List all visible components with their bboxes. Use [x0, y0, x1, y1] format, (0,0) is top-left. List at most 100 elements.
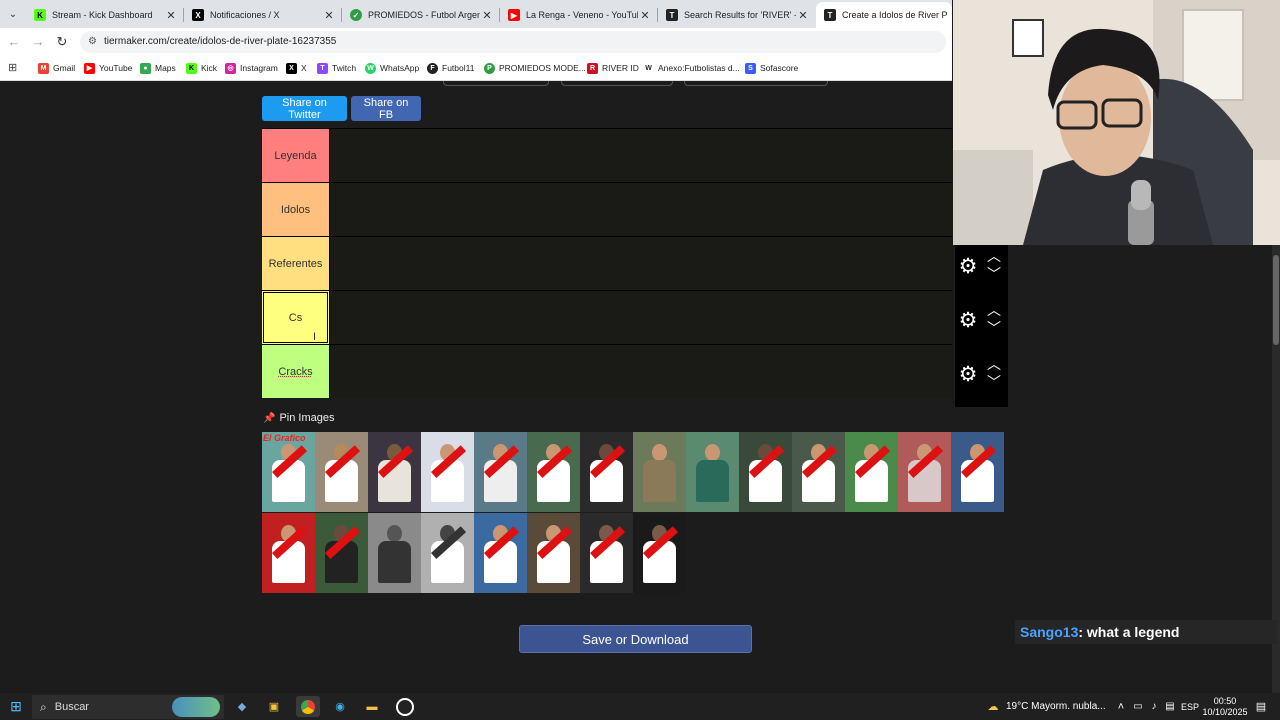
site-info-icon[interactable]: ⚙ — [88, 36, 100, 48]
tier-drop-zone[interactable] — [329, 183, 953, 236]
close-icon[interactable]: ✕ — [796, 9, 810, 22]
player-image[interactable] — [633, 432, 686, 512]
bookmark-gmail[interactable]: M Gmail — [38, 60, 75, 76]
tier-label[interactable]: Leyenda — [262, 129, 329, 182]
gear-icon[interactable]: ⚙ — [957, 256, 979, 278]
gear-icon[interactable]: ⚙ — [957, 364, 979, 386]
chrome-icon[interactable] — [296, 696, 320, 717]
reload-icon[interactable]: ↻ — [54, 34, 70, 50]
edge-icon[interactable]: ◉ — [330, 696, 350, 717]
close-icon[interactable]: ✕ — [480, 9, 494, 22]
chevron-down-icon[interactable]: ﹀ — [985, 321, 1003, 335]
chevron-up-icon[interactable]: ︿ — [985, 303, 1003, 317]
top-button-stub[interactable] — [684, 81, 828, 86]
player-image[interactable] — [792, 432, 845, 512]
gear-icon[interactable]: ⚙ — [957, 310, 979, 332]
player-image[interactable] — [739, 432, 792, 512]
bookmark-x[interactable]: XX — [286, 60, 307, 76]
tab-kick-dashboard[interactable]: K Stream - Kick Dashboard ✕ — [26, 2, 182, 28]
player-image[interactable] — [686, 432, 739, 512]
player-image[interactable] — [368, 432, 421, 512]
chevron-up-icon[interactable]: ︿ — [985, 357, 1003, 371]
player-image[interactable] — [898, 432, 951, 512]
weather-icon[interactable]: ☁ — [983, 696, 1003, 717]
back-arrow-icon[interactable]: ← — [6, 34, 22, 50]
microphone-icon[interactable]: ♪ — [1147, 696, 1161, 717]
player-image[interactable] — [474, 513, 527, 593]
chevron-down-icon[interactable]: ﹀ — [985, 267, 1003, 281]
tier-label[interactable]: Cracks — [262, 345, 329, 398]
clock[interactable]: 00:50 10/10/2025 — [1200, 696, 1250, 717]
windows-start-icon[interactable]: ⊞ — [6, 696, 26, 717]
taskbar-search[interactable]: ⌕ Buscar — [32, 695, 224, 719]
bookmark-twitch[interactable]: T Twitch — [317, 60, 356, 76]
share-fb-button[interactable]: Share on FB — [351, 96, 421, 121]
tier-label-editing[interactable]: Cs I — [262, 291, 329, 344]
chevron-down-icon[interactable]: ﹀ — [985, 375, 1003, 389]
forward-arrow-icon[interactable]: → — [30, 34, 46, 50]
pin-icon: 📌 — [263, 412, 276, 424]
bookmark-whatsapp[interactable]: W WhatsApp — [365, 60, 419, 76]
player-image[interactable] — [527, 513, 580, 593]
maps-icon: ● — [140, 62, 151, 74]
bookmark-kick[interactable]: K Kick — [186, 60, 217, 76]
language-indicator[interactable]: ESP — [1179, 696, 1201, 717]
bookmark-river-id[interactable]: R RIVER ID — [587, 60, 639, 76]
tier-drop-zone[interactable] — [329, 129, 953, 182]
notifications-icon[interactable]: ▤ — [1252, 696, 1270, 717]
player-image[interactable] — [633, 513, 686, 593]
wikipedia-icon: W — [643, 62, 654, 74]
tab-x-notifications[interactable]: X Notificaciones / X ✕ — [184, 2, 340, 28]
pin-images-toggle[interactable]: 📌 Pin Images — [263, 412, 334, 424]
player-image[interactable] — [315, 513, 368, 593]
player-image[interactable] — [421, 432, 474, 512]
tab-tiermaker-search[interactable]: T Search Results for 'RIVER' - Tier ✕ — [658, 2, 814, 28]
share-twitter-button[interactable]: Share on Twitter — [262, 96, 347, 121]
bookmark-futbol11[interactable]: F Futbol11 — [427, 60, 474, 76]
player-image[interactable] — [580, 513, 633, 593]
bookmark-wikipedia[interactable]: W Anexo:Futbolistas d... — [643, 60, 740, 76]
scrollbar-thumb[interactable] — [1273, 255, 1279, 345]
tier-label[interactable]: Idolos — [262, 183, 329, 236]
copilot-icon[interactable]: ◆ — [232, 696, 252, 717]
tier-drop-zone[interactable] — [329, 291, 953, 344]
bookmark-maps[interactable]: ● Maps — [140, 60, 176, 76]
tab-youtube[interactable]: ▶ La Renga - Veneno - YouTube ✕ — [500, 2, 656, 28]
player-image[interactable] — [421, 513, 474, 593]
player-image[interactable] — [845, 432, 898, 512]
store-icon[interactable]: ▣ — [264, 696, 284, 717]
player-image[interactable] — [368, 513, 421, 593]
close-icon[interactable]: ✕ — [638, 9, 652, 22]
device-icon[interactable]: ▭ — [1131, 696, 1145, 717]
tier-label[interactable]: Referentes — [262, 237, 329, 290]
address-bar[interactable]: ⚙ tiermaker.com/create/idolos-de-river-p… — [80, 31, 946, 53]
tier-drop-zone[interactable] — [329, 345, 953, 398]
player-image[interactable] — [951, 432, 1004, 512]
chevron-up-icon[interactable]: ︿ — [985, 249, 1003, 263]
tab-tiermaker-create[interactable]: T Create a Idolos de River Plate Tier — [816, 2, 952, 28]
save-or-download-button[interactable]: Save or Download — [519, 625, 752, 653]
player-image[interactable] — [262, 513, 315, 593]
bookmark-sofascore[interactable]: S Sofascore — [745, 60, 798, 76]
top-button-stub[interactable] — [561, 81, 673, 86]
bookmark-youtube[interactable]: ▶ YouTube — [84, 60, 132, 76]
weather-text[interactable]: 19°C Mayorm. nubla... — [1006, 696, 1106, 717]
bookmark-promiedos[interactable]: P PROMIEDOS MODE... — [484, 60, 586, 76]
tier-drop-zone[interactable] — [329, 237, 953, 290]
player-image[interactable] — [527, 432, 580, 512]
player-image[interactable] — [315, 432, 368, 512]
player-image[interactable]: El Grafico — [262, 432, 315, 512]
tab-promiedos[interactable]: ✓ PROMIEDOS - Futbol Argentino ✕ — [342, 2, 498, 28]
player-image[interactable] — [580, 432, 633, 512]
close-icon[interactable]: ✕ — [322, 9, 336, 22]
obs-icon[interactable] — [394, 696, 416, 717]
close-icon[interactable]: ✕ — [164, 9, 178, 22]
apps-grid-icon[interactable]: ⊞ — [8, 62, 20, 74]
tab-search-icon[interactable]: ⌄ — [4, 5, 22, 23]
file-explorer-icon[interactable]: ▬ — [362, 696, 382, 717]
top-button-stub[interactable] — [443, 81, 549, 86]
player-image[interactable] — [474, 432, 527, 512]
network-icon[interactable]: ▤ — [1163, 696, 1177, 717]
chevron-up-icon[interactable]: ˄ — [1114, 696, 1128, 717]
bookmark-instagram[interactable]: ◎ Instagram — [225, 60, 278, 76]
